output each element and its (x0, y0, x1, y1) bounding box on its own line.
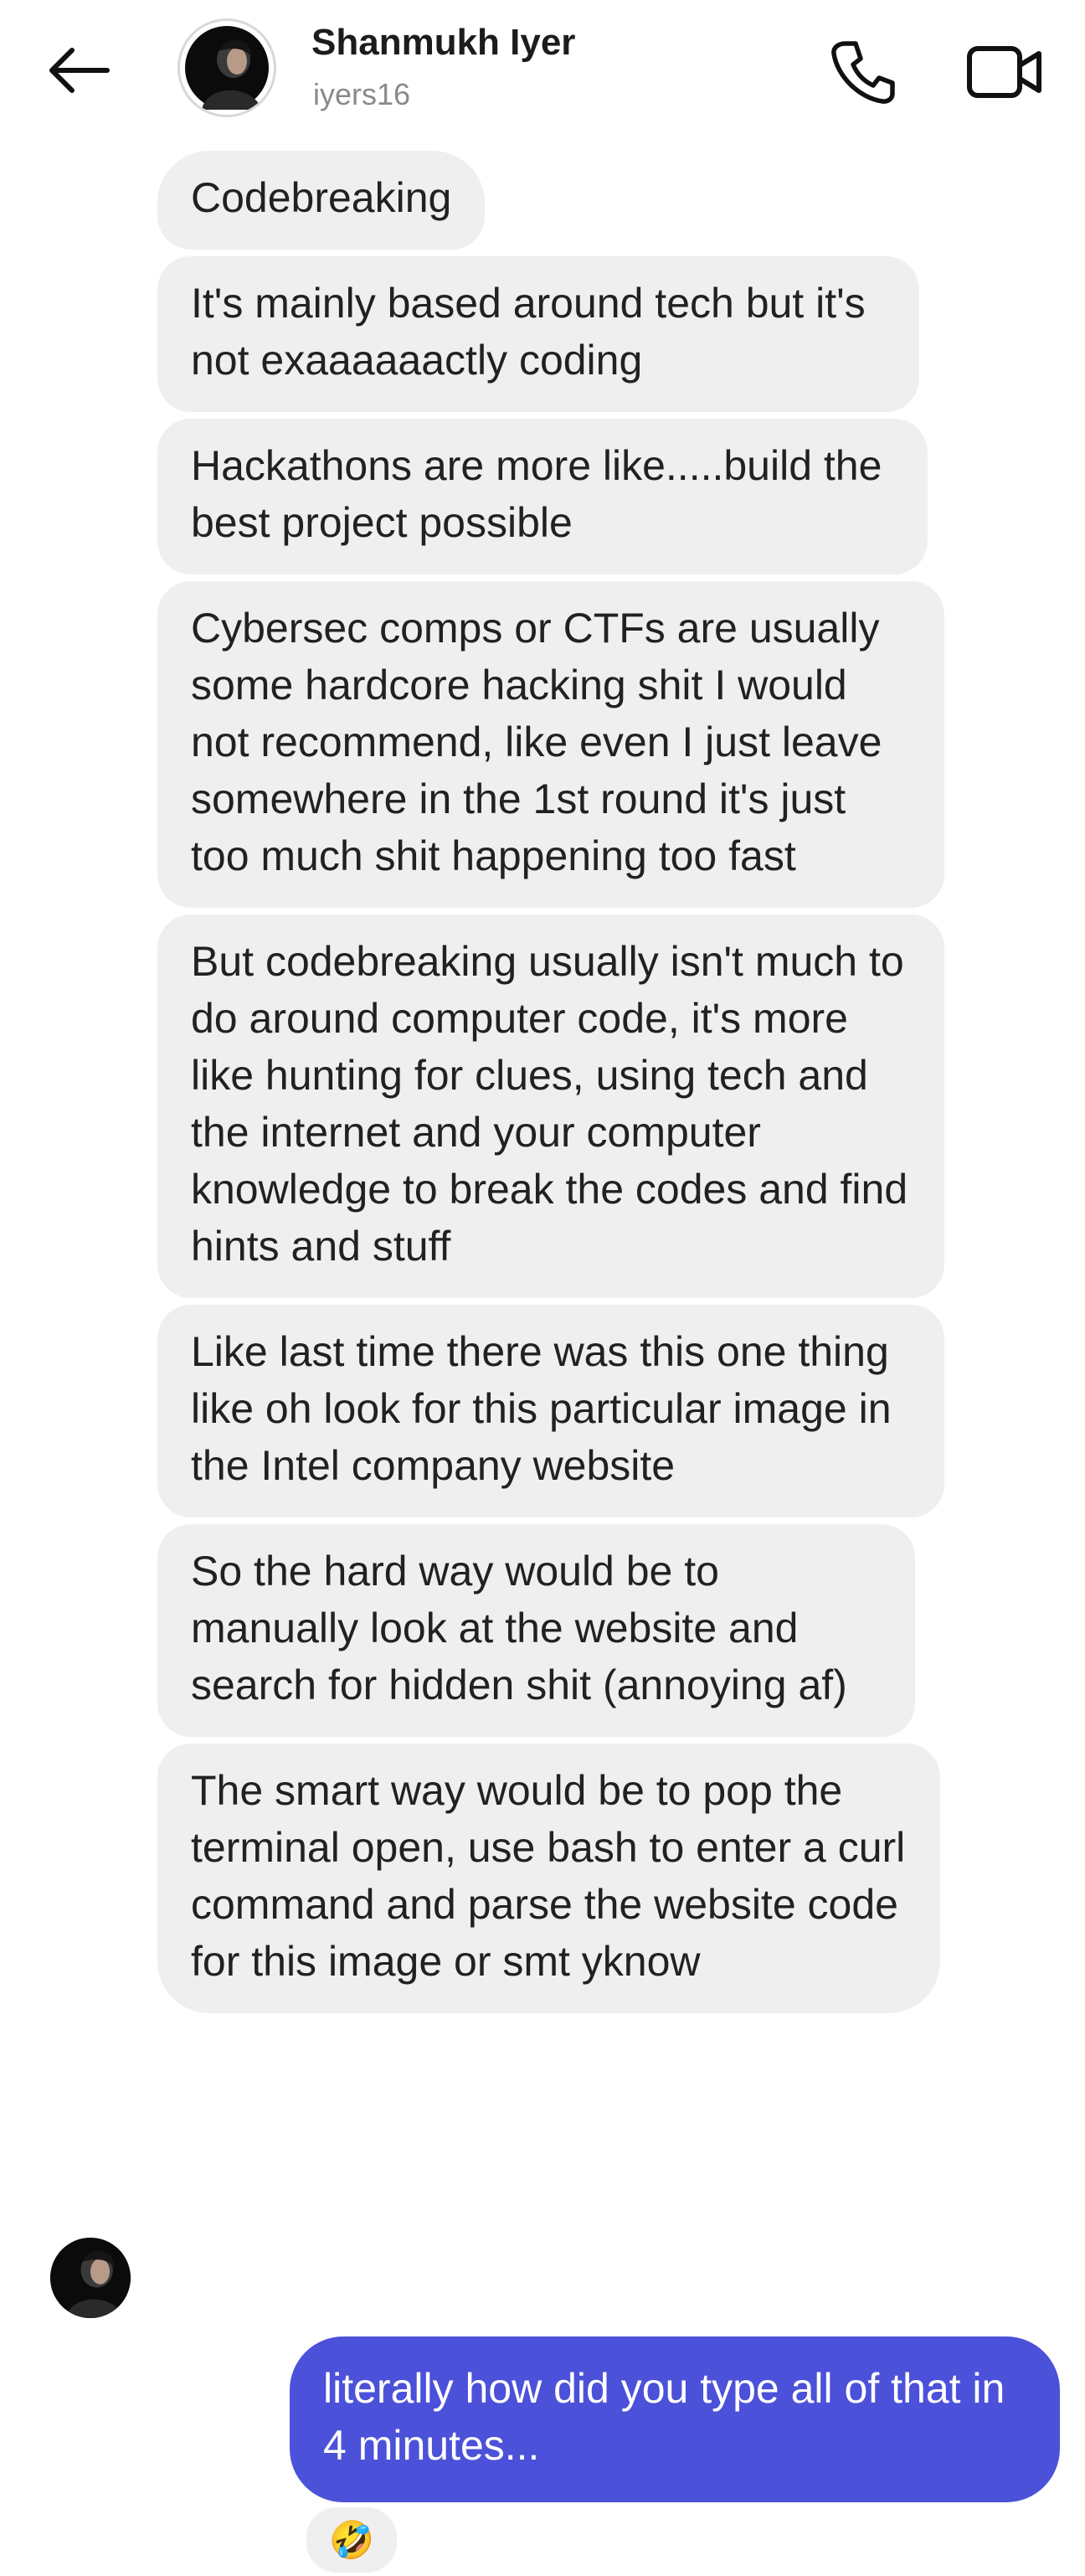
contact-username[interactable]: iyers16 (313, 77, 410, 112)
video-call-button[interactable] (959, 30, 1052, 114)
incoming-message[interactable]: Hackathons are more like.....build the b… (157, 419, 928, 574)
incoming-message[interactable]: The smart way would be to pop the termin… (157, 1744, 940, 2013)
incoming-message[interactable]: But codebreaking usually isn't much to d… (157, 914, 944, 1298)
avatar[interactable] (177, 18, 276, 117)
call-button[interactable] (820, 30, 904, 114)
incoming-message[interactable]: Like last time there was this one thing … (157, 1305, 944, 1517)
back-button[interactable] (40, 33, 117, 107)
profile-picture (50, 2238, 131, 2318)
message-thread: Codebreaking It's mainly based around te… (0, 151, 1085, 2020)
outgoing-message[interactable]: literally how did you type all of that i… (290, 2336, 1060, 2502)
incoming-message[interactable]: Cybersec comps or CTFs are usually some … (157, 581, 944, 908)
arrow-left-icon (49, 48, 110, 93)
incoming-message[interactable]: So the hard way would be to manually loo… (157, 1524, 915, 1737)
profile-picture (185, 26, 269, 110)
incoming-message[interactable]: It's mainly based around tech but it's n… (157, 256, 919, 412)
chat-header: Shanmukh Iyer iyers16 (0, 0, 1085, 142)
phone-icon (831, 41, 895, 104)
sender-avatar[interactable] (50, 2238, 131, 2318)
incoming-message[interactable]: Codebreaking (157, 151, 486, 250)
contact-name[interactable]: Shanmukh Iyer (311, 22, 575, 64)
reaction-badge[interactable]: 🤣 (303, 2504, 400, 2576)
video-camera-icon (967, 46, 1041, 98)
